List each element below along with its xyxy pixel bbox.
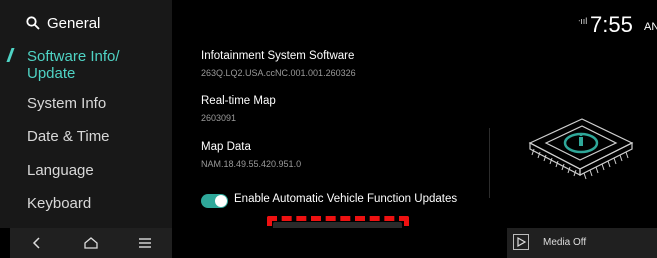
sidebar: General Software Info/ Update System Inf… (0, 0, 172, 228)
home-icon (84, 237, 98, 249)
media-status: Media Off (543, 237, 587, 248)
header: General (0, 0, 172, 40)
map-data-title: Map Data (201, 141, 251, 153)
screen: General Software Info/ Update System Inf… (0, 0, 657, 258)
home-button[interactable] (64, 228, 118, 258)
media-play-icon (513, 234, 529, 250)
bottom-bar: Media Off (0, 228, 657, 258)
search-icon[interactable] (26, 16, 40, 30)
nav-buttons (10, 228, 172, 258)
menu-icon (139, 238, 151, 248)
sidebar-item-software-info[interactable]: Software Info/ (27, 48, 120, 65)
toggle-knob (215, 195, 227, 207)
infotainment-software-title: Infotainment System Software (201, 50, 355, 62)
back-button[interactable] (10, 228, 64, 258)
menu-button[interactable] (118, 228, 172, 258)
auto-update-toggle[interactable] (201, 194, 228, 208)
signal-icon: ᐧııl (578, 16, 588, 26)
realtime-map-title: Real-time Map (201, 95, 276, 107)
sidebar-item-language[interactable]: Language (27, 162, 94, 179)
infotainment-software-version: 263Q.LQ2.USA.ccNC.001.001.260326 (201, 68, 356, 78)
clock-ampm: AN (644, 21, 657, 33)
sidebar-item-date-time[interactable]: Date & Time (27, 128, 110, 145)
chip-info-icon (528, 118, 634, 180)
active-indicator (6, 48, 15, 62)
map-data-version: NAM.18.49.55.420.951.0 (201, 159, 302, 169)
back-icon (32, 237, 40, 249)
page-title: General (47, 15, 101, 32)
realtime-map-version: 2603091 (201, 113, 237, 123)
media-widget[interactable]: Media Off (507, 228, 657, 258)
clock-time: 7:55 (590, 12, 633, 37)
sidebar-item-system-info[interactable]: System Info (27, 95, 106, 112)
auto-update-label: Enable Automatic Vehicle Function Update… (234, 193, 458, 205)
divider (489, 128, 490, 198)
sidebar-item-keyboard[interactable]: Keyboard (27, 195, 91, 212)
sidebar-item-software-info-line2[interactable]: Update (27, 65, 75, 82)
